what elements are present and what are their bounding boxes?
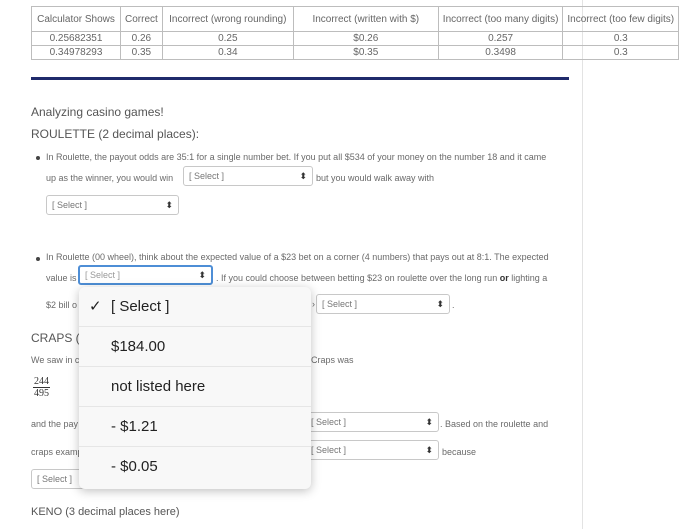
table-cell: 0.35 [120,45,163,60]
chevron-updown-icon: ⬍ [425,417,433,427]
q2-text-end: lighting a [511,273,548,283]
chevron-updown-icon: ⬍ [425,445,433,455]
select-value: [ Select ] [52,200,88,210]
craps-text-line2: and the pay [31,419,79,429]
craps-text-line1-end: Craps was [311,355,354,365]
table-cell: 0.3 [562,31,680,46]
dropdown-option-184[interactable]: $184.00 [79,327,311,367]
table-cell: 0.25682351 [31,31,121,46]
select-value: [ Select ] [85,270,121,280]
bullet [36,257,40,261]
checkmark-icon: ✓ [89,298,102,315]
select-value: [ Select ] [189,171,225,181]
q2-or-emphasis: or [499,273,509,283]
intro-text: Analyzing casino games! [31,105,164,119]
fraction-denominator: 495 [34,388,49,399]
select-value: [ Select ] [311,417,347,427]
craps-text-line2-end: . Based on the roulette and [440,419,549,429]
roulette-choice-select[interactable]: [ Select ] ⬍ [316,294,450,314]
table-header: Incorrect (wrong rounding) [161,6,294,32]
q2-text-line1: In Roulette (00 wheel), think about the … [46,252,549,262]
q2-text-line2: value is [46,273,77,283]
select-dropdown-menu: ✓ [ Select ] $184.00 not listed here - $… [79,287,311,489]
q1-text-line2: up as the winner, you would win [46,173,174,183]
q1-text-line2-end: but you would walk away with [316,173,435,183]
section-divider [31,77,569,80]
q1-text-line1: In Roulette, the payout odds are 35:1 fo… [46,152,547,162]
keno-heading: KENO (3 decimal places here) [31,506,180,518]
craps-comparison-select[interactable]: [ Select ] ⬍ [305,440,439,460]
table-header: Incorrect (written with $) [292,6,439,32]
roulette-walk-away-select[interactable]: [ Select ] ⬍ [46,195,179,215]
table-header: Incorrect (too many digits) [437,6,564,32]
dropdown-option-not-listed[interactable]: not listed here [79,367,311,407]
dropdown-option-label: [ Select ] [111,298,170,315]
dropdown-option-neg-0-05[interactable]: - $0.05 [79,447,311,487]
table-cell: $0.26 [292,31,439,46]
dropdown-option-label: - $1.21 [111,418,158,435]
dropdown-option-label: not listed here [111,378,206,395]
roulette-heading: ROULETTE (2 decimal places): [31,127,200,141]
table-cell: 0.34978293 [31,45,121,60]
craps-text-line3: craps examp [31,447,83,457]
craps-text-line1: We saw in c [31,355,80,365]
select-value: [ Select ] [37,474,73,484]
select-value: [ Select ] [322,299,358,309]
dropdown-option-select[interactable]: ✓ [ Select ] [79,287,311,327]
select-value: [ Select ] [311,445,347,455]
dropdown-option-label: $184.00 [111,338,166,355]
rounding-table: Calculator Shows Correct Incorrect (wron… [31,6,680,60]
table-cell: 0.34 [161,45,294,60]
q2-text-line2-end: . If you could choose between betting $2… [216,273,547,283]
chevron-updown-icon: ⬍ [198,270,206,280]
table-header: Correct [120,6,163,32]
chevron-updown-icon: ⬍ [299,171,307,181]
table-row: 0.34978293 0.35 0.34 $0.35 0.3498 0.3 [31,45,680,60]
dropdown-option-label: - $0.05 [111,458,158,475]
table-cell: 0.26 [120,31,163,46]
chevron-updown-icon: ⬍ [436,299,444,309]
fraction-numerator: 244 [33,376,50,388]
chevron-updown-icon: ⬍ [165,200,173,210]
roulette-win-select[interactable]: [ Select ] ⬍ [183,166,313,186]
table-cell: 0.3498 [437,45,564,60]
period: . [452,300,455,310]
arrow-glyph: › [312,299,315,309]
table-header: Calculator Shows [31,6,121,32]
table-row: 0.25682351 0.26 0.25 $0.26 0.257 0.3 [31,31,680,46]
probability-fraction: 244 495 [33,376,50,399]
table-header: Incorrect (too few digits) [562,6,680,32]
bullet [36,156,40,160]
q2-text-post: . If you could choose between betting $2… [216,273,498,283]
craps-payout-select[interactable]: [ Select ] ⬍ [305,412,439,432]
craps-text-line3-end: because [442,447,477,457]
table-cell: 0.257 [437,31,564,46]
dropdown-option-neg-1-21[interactable]: - $1.21 [79,407,311,447]
table-cell: 0.3 [562,45,680,60]
table-cell: $0.35 [292,45,439,60]
table-cell: 0.25 [161,31,294,46]
expected-value-select[interactable]: [ Select ] ⬍ [78,265,213,285]
table-header-row: Calculator Shows Correct Incorrect (wron… [31,6,680,32]
q2-text-line3: $2 bill o [46,300,78,310]
